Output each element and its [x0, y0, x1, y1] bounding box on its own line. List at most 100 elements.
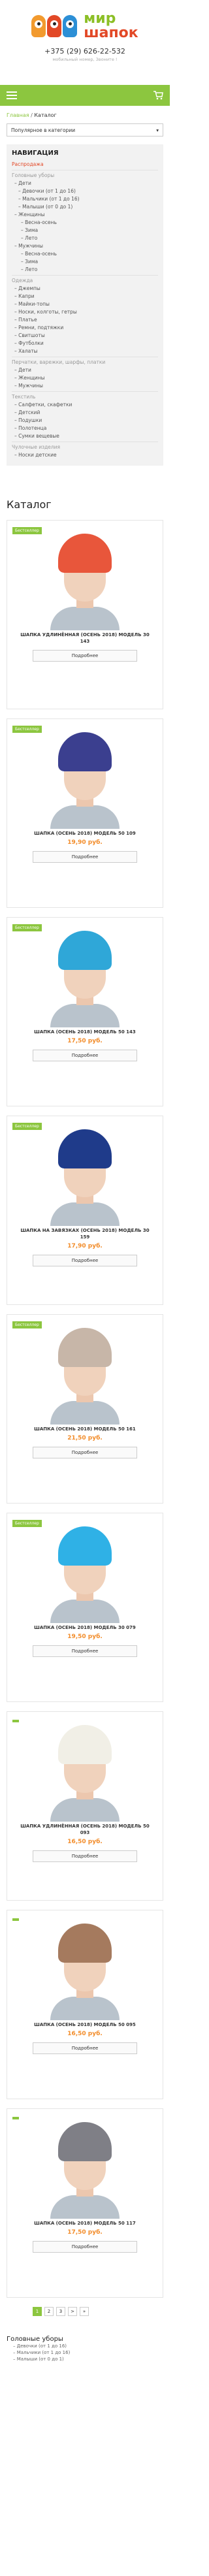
nav-item[interactable]: – Женщины	[12, 211, 158, 219]
nav-item[interactable]: – Сумки вещевые	[12, 432, 158, 440]
page-link[interactable]: >	[68, 2307, 77, 2316]
nav-item[interactable]: – Ремни, подтяжки	[12, 324, 158, 332]
nav-item[interactable]: – Малыши (от 0 до 1)	[12, 203, 158, 211]
cart-icon[interactable]	[153, 91, 163, 100]
product-name[interactable]: ШАПКА (ОСЕНЬ 2018) МОДЕЛЬ 50 143	[7, 1029, 163, 1035]
product-image[interactable]	[42, 1920, 127, 2020]
product-card[interactable]: Бестселлер ШАПКА НА ЗАВЯЗКАХ (ОСЕНЬ 2018)…	[7, 1116, 163, 1305]
nav-item[interactable]: – Дети	[12, 180, 158, 187]
product-card[interactable]: ШАПКА (ОСЕНЬ 2018) МОДЕЛЬ 50 095 16,50 ру…	[7, 1910, 163, 2099]
nav-item[interactable]: – Зима	[12, 227, 158, 234]
bestseller-badge: Бестселлер	[12, 527, 42, 534]
nav-item[interactable]: Перчатки, варежки, шарфы, платки	[12, 359, 158, 366]
bottom-categories: Головные уборы – Девочки (от 1 до 16) – М…	[7, 2336, 163, 2362]
nav-item[interactable]: – Детский	[12, 409, 158, 417]
product-image[interactable]	[42, 530, 127, 630]
nav-item[interactable]: – Весна-осень	[12, 219, 158, 227]
breadcrumb-home[interactable]: Главная	[7, 112, 29, 118]
nav-item[interactable]: – Свитшоты	[12, 332, 158, 340]
page-link[interactable]: »	[80, 2307, 89, 2316]
product-image[interactable]	[42, 1125, 127, 1226]
details-button[interactable]: Подробнее	[33, 1850, 137, 1862]
product-name[interactable]: ШАПКА УДЛИНЁННАЯ (ОСЕНЬ 2018) МОДЕЛЬ 30 …	[7, 632, 163, 645]
product-card[interactable]: Бестселлер ШАПКА УДЛИНЁННАЯ (ОСЕНЬ 2018) …	[7, 520, 163, 709]
page-link[interactable]: 2	[44, 2307, 54, 2316]
nav-item[interactable]: – Мальчики (от 1 до 16)	[12, 195, 158, 203]
product-card[interactable]: ШАПКА УДЛИНЁННАЯ (ОСЕНЬ 2018) МОДЕЛЬ 50 …	[7, 1711, 163, 1901]
bestseller-badge	[12, 2117, 19, 2119]
nav-title: НАВИГАЦИЯ	[12, 150, 59, 157]
nav-item[interactable]: – Полотенца	[12, 425, 158, 432]
details-button[interactable]: Подробнее	[33, 1447, 137, 1458]
chevron-down-icon: ▾	[156, 127, 159, 133]
details-button[interactable]: Подробнее	[33, 1645, 137, 1657]
nav-item[interactable]: Одежда	[12, 277, 158, 285]
product-card[interactable]: Бестселлер ШАПКА (ОСЕНЬ 2018) МОДЕЛЬ 30 0…	[7, 1513, 163, 1702]
nav-item[interactable]: – Халаты	[12, 347, 158, 355]
nav-item[interactable]: Чулочные изделия	[12, 443, 158, 451]
details-button[interactable]: Подробнее	[33, 1050, 137, 1061]
nav-item[interactable]: – Джемпы	[12, 285, 158, 293]
product-name[interactable]: ШАПКА (ОСЕНЬ 2018) МОДЕЛЬ 50 095	[7, 2021, 163, 2028]
bottom-categories-title: Головные уборы	[7, 2336, 63, 2343]
breadcrumb-current: Каталог	[34, 112, 57, 118]
product-image[interactable]	[42, 927, 127, 1027]
category-link[interactable]: – Малыши (от 0 до 1)	[7, 2356, 163, 2362]
nav-item[interactable]: – Мужчины	[12, 242, 158, 250]
product-card[interactable]: Бестселлер ШАПКА (ОСЕНЬ 2018) МОДЕЛЬ 50 1…	[7, 1314, 163, 1504]
details-button[interactable]: Подробнее	[33, 851, 137, 863]
product-image[interactable]	[42, 1721, 127, 1822]
logo[interactable]: мир шапок	[0, 9, 170, 43]
category-link[interactable]: – Девочки (от 1 до 16)	[7, 2343, 163, 2349]
product-image[interactable]	[42, 1522, 127, 1623]
monster-red-icon	[47, 15, 62, 37]
sort-select[interactable]: Популярное в категории ▾	[7, 123, 163, 137]
details-button[interactable]: Подробнее	[33, 1255, 137, 1266]
product-name[interactable]: ШАПКА (ОСЕНЬ 2018) МОДЕЛЬ 50 161	[7, 1426, 163, 1432]
nav-item[interactable]: – Лето	[12, 266, 158, 274]
nav-item[interactable]: Головные уборы	[12, 172, 158, 180]
nav-item[interactable]: Распродажа	[12, 161, 158, 169]
bottom-categories-list: – Девочки (от 1 до 16) – Мальчики (от 1 д…	[7, 2343, 163, 2362]
product-name[interactable]: ШАПКА УДЛИНЁННАЯ (ОСЕНЬ 2018) МОДЕЛЬ 50 …	[7, 1823, 163, 1836]
product-image[interactable]	[42, 728, 127, 829]
nav-item[interactable]: – Подушки	[12, 417, 158, 425]
nav-item[interactable]: – Дети	[12, 366, 158, 374]
category-link[interactable]: – Мальчики (от 1 до 16)	[7, 2349, 163, 2356]
nav-item[interactable]: – Футболки	[12, 340, 158, 347]
product-card[interactable]: ШАПКА (ОСЕНЬ 2018) МОДЕЛЬ 50 117 17,50 ру…	[7, 2108, 163, 2298]
product-name[interactable]: ШАПКА НА ЗАВЯЗКАХ (ОСЕНЬ 2018) МОДЕЛЬ 30…	[7, 1227, 163, 1240]
nav-item[interactable]: – Женщины	[12, 374, 158, 382]
nav-item[interactable]: – Носки детские	[12, 451, 158, 459]
product-name[interactable]: ШАПКА (ОСЕНЬ 2018) МОДЕЛЬ 50 117	[7, 2220, 163, 2227]
nav-item[interactable]: – Лето	[12, 234, 158, 242]
nav-item[interactable]: – Майки-топы	[12, 300, 158, 308]
product-list: Бестселлер ШАПКА УДЛИНЁННАЯ (ОСЕНЬ 2018) …	[0, 520, 170, 2298]
phone-number[interactable]: +375 (29) 626-22-532	[0, 47, 170, 56]
sort-value: Популярное в категории	[11, 127, 76, 133]
product-image[interactable]	[42, 2118, 127, 2219]
navigation-panel: НАВИГАЦИЯ Распродажа Головные уборы – Дети…	[7, 144, 163, 466]
nav-item[interactable]: – Носки, колготы, гетры	[12, 308, 158, 316]
nav-item[interactable]: – Платье	[12, 316, 158, 324]
product-image[interactable]	[42, 1324, 127, 1425]
details-button[interactable]: Подробнее	[33, 2042, 137, 2054]
product-card[interactable]: Бестселлер ШАПКА (ОСЕНЬ 2018) МОДЕЛЬ 50 1…	[7, 718, 163, 908]
nav-item[interactable]: Текстиль	[12, 393, 158, 401]
phone-caption: мобильный номер, Звоните !	[52, 57, 118, 62]
product-card[interactable]: Бестселлер ШАПКА (ОСЕНЬ 2018) МОДЕЛЬ 50 1…	[7, 917, 163, 1106]
nav-item[interactable]: – Весна-осень	[12, 250, 158, 258]
page-link[interactable]: 3	[56, 2307, 65, 2316]
nav-item[interactable]: – Зима	[12, 258, 158, 266]
nav-item[interactable]: – Девочки (от 1 до 16)	[12, 187, 158, 195]
page-link[interactable]: 1	[33, 2307, 42, 2316]
product-price: 16,50 руб.	[67, 1839, 103, 1845]
nav-item[interactable]: – Салфетки, скафетки	[12, 401, 158, 409]
product-name[interactable]: ШАПКА (ОСЕНЬ 2018) МОДЕЛЬ 50 109	[7, 830, 163, 837]
product-name[interactable]: ШАПКА (ОСЕНЬ 2018) МОДЕЛЬ 30 079	[7, 1624, 163, 1631]
nav-item[interactable]: – Мужчины	[12, 382, 158, 390]
details-button[interactable]: Подробнее	[33, 650, 137, 662]
nav-item[interactable]: – Капри	[12, 293, 158, 300]
menu-icon[interactable]	[7, 91, 17, 99]
details-button[interactable]: Подробнее	[33, 2241, 137, 2253]
